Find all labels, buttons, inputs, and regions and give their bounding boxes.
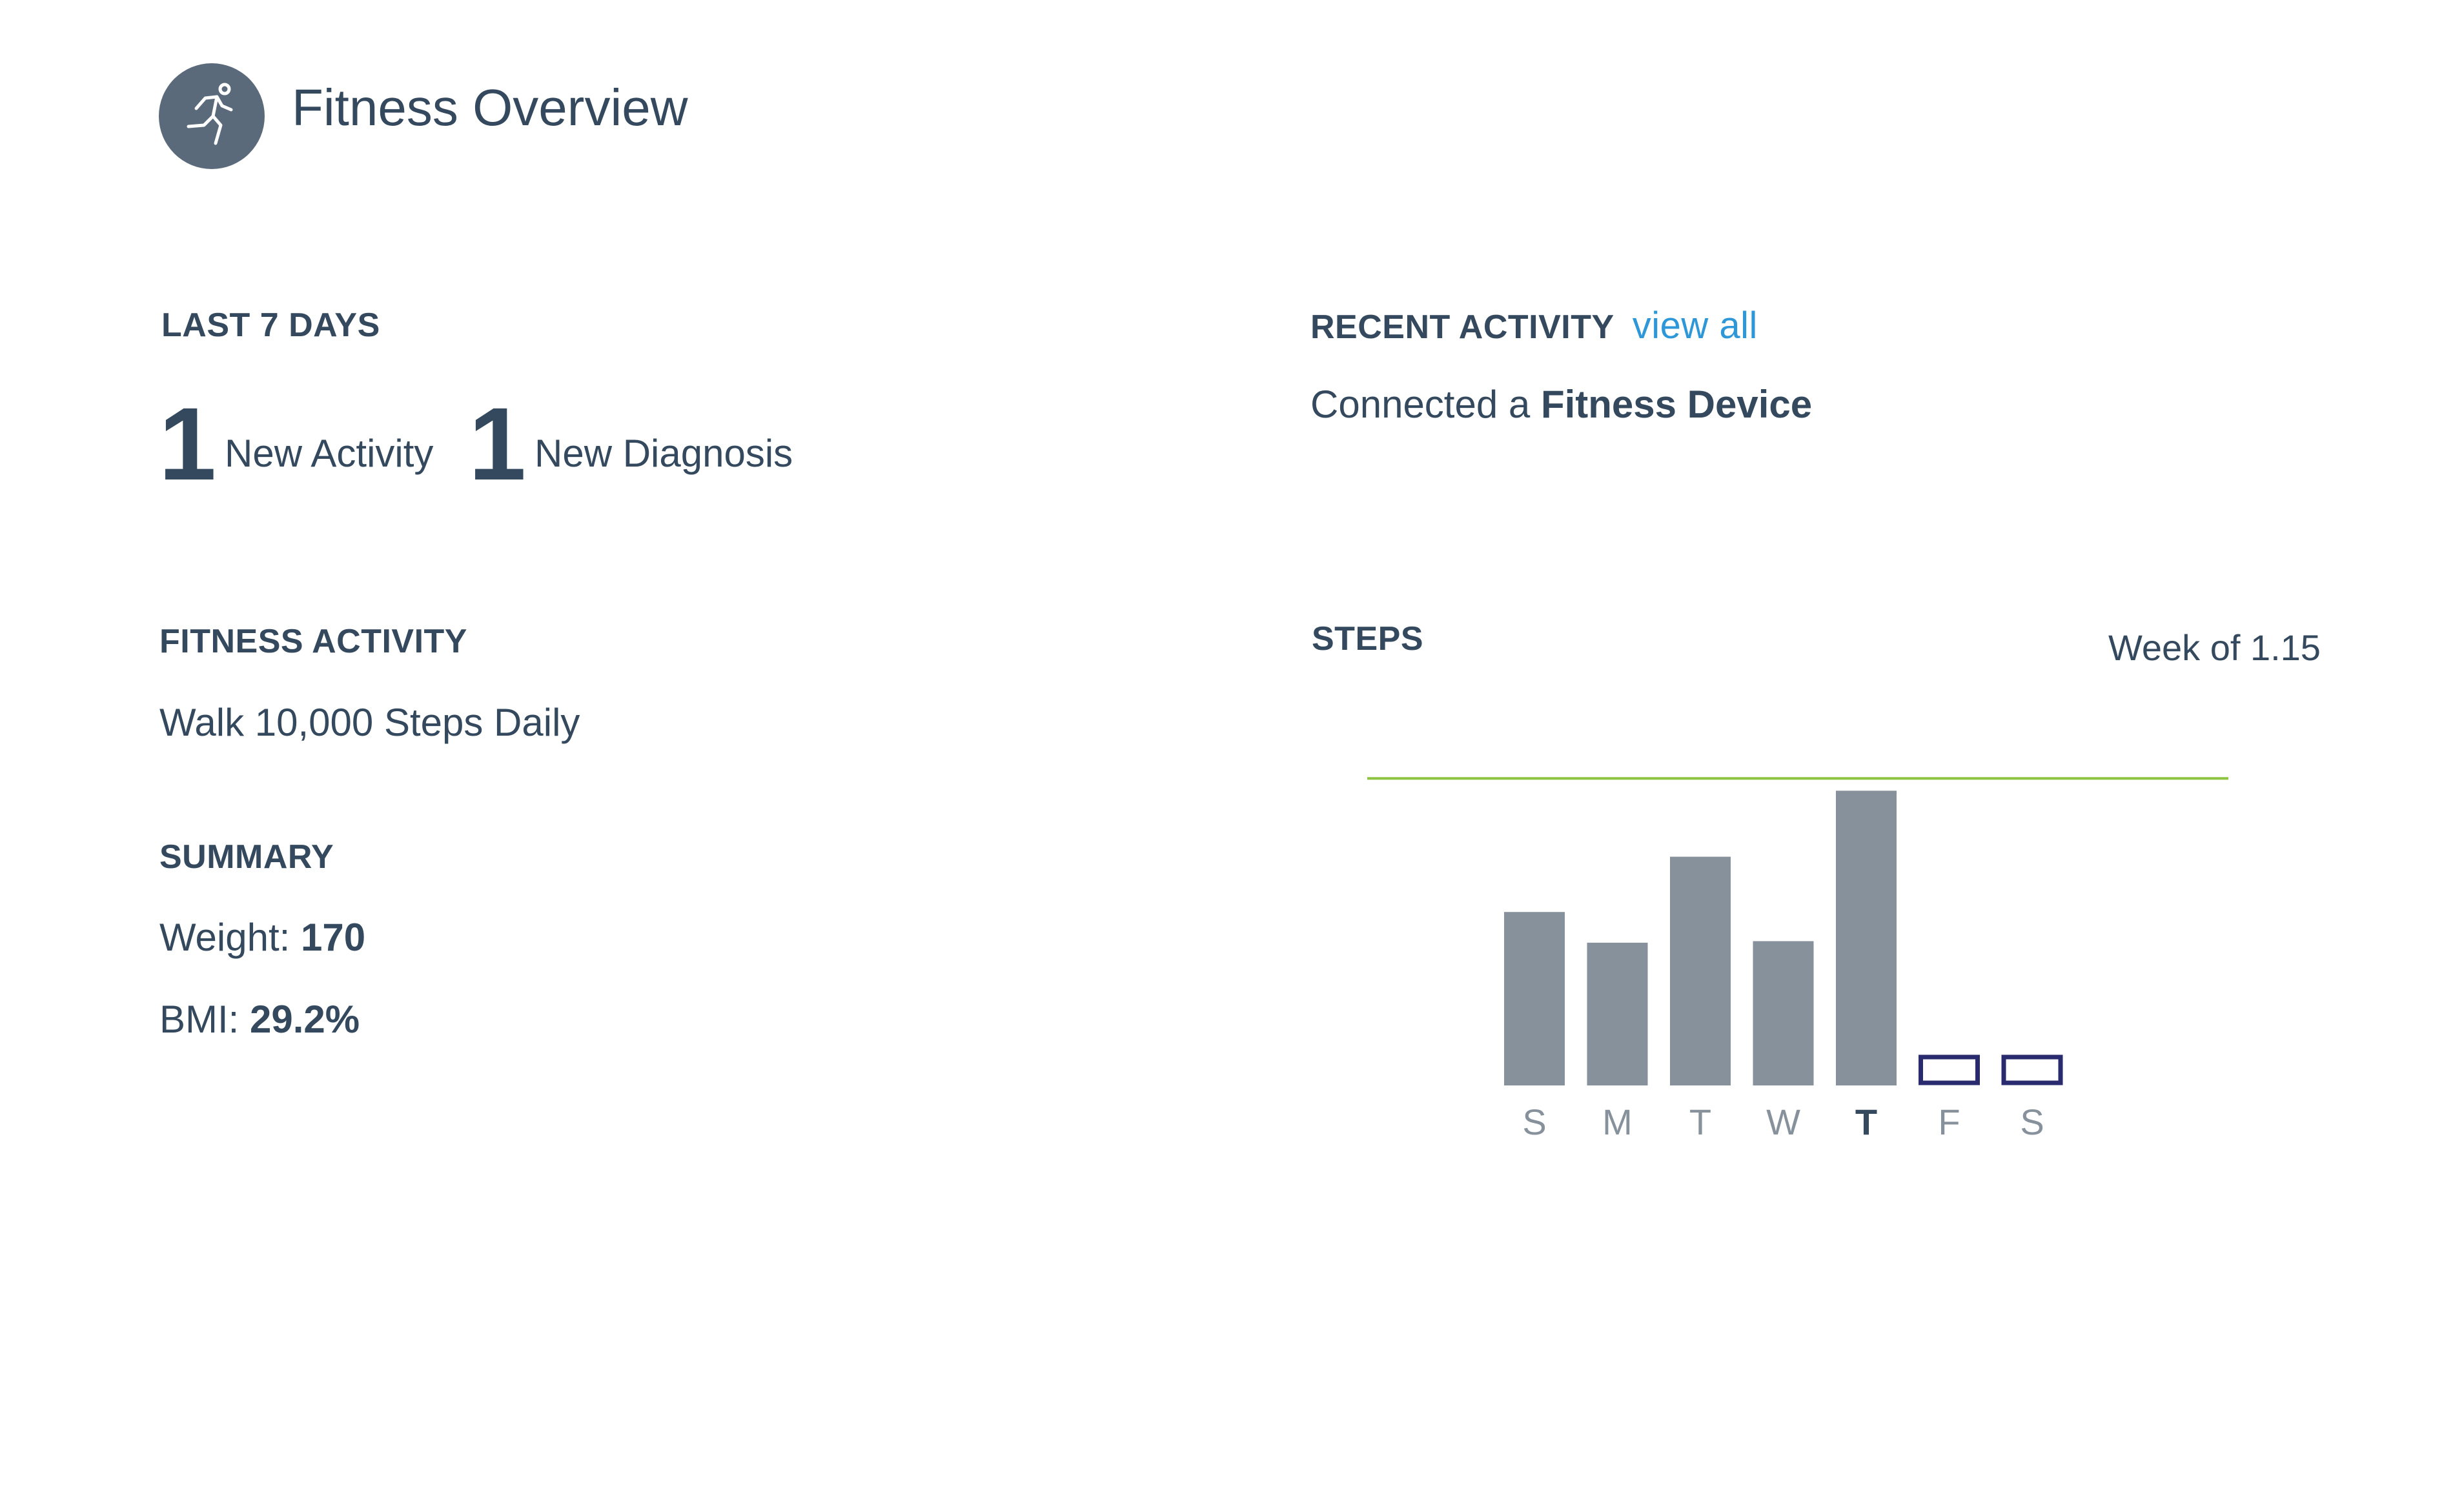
steps-bar bbox=[1587, 942, 1648, 1085]
steps-bar bbox=[1504, 912, 1565, 1085]
day-tick-label: T bbox=[1689, 1102, 1711, 1142]
day-tick-label: T bbox=[1855, 1102, 1877, 1142]
day-tick-label: W bbox=[1766, 1102, 1800, 1142]
steps-bar bbox=[2001, 1054, 2063, 1085]
steps-bar bbox=[1919, 1054, 1980, 1085]
day-tick-label: M bbox=[1602, 1102, 1633, 1142]
steps-bar bbox=[1753, 941, 1814, 1085]
steps-chart: SMTWTFS bbox=[1367, 777, 2228, 1142]
steps-bar bbox=[1670, 856, 1731, 1085]
day-tick-label: S bbox=[1522, 1102, 1546, 1142]
steps-bar bbox=[1836, 791, 1897, 1085]
day-tick-label: F bbox=[1938, 1102, 1960, 1142]
day-tick-label: S bbox=[2020, 1102, 2044, 1142]
